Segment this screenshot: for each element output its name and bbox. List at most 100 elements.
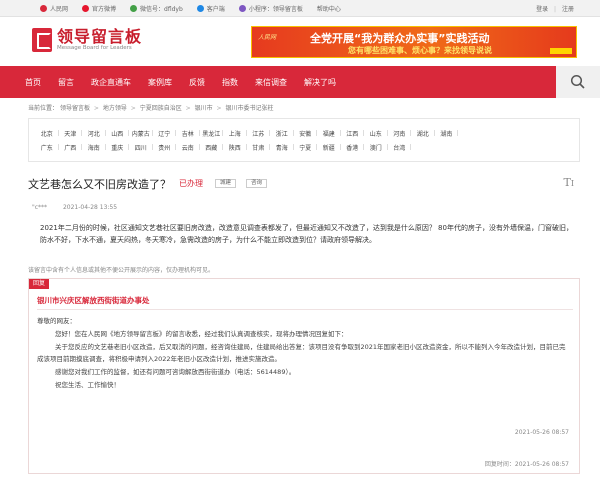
topbar-help-link[interactable]: 帮助中心 bbox=[317, 4, 341, 13]
breadcrumb-item[interactable]: 领导留言板 bbox=[60, 105, 90, 112]
divider: | bbox=[554, 6, 557, 13]
region-row: 广东 广西 海南 重庆 四川 贵州 云南 西藏 陕西 甘肃 青海 宁夏 新疆 香港 澳门 台湾 bbox=[35, 140, 579, 154]
region-link[interactable]: 四川 bbox=[129, 143, 153, 152]
top-bar: 人民网 官方微博 微信号：dfldyb 客户端 小程序：领导留言板 帮助中心 登… bbox=[0, 0, 600, 17]
region-link[interactable]: 甘肃 bbox=[247, 143, 271, 152]
region-link[interactable]: 陕西 bbox=[223, 143, 247, 152]
breadcrumb-item[interactable]: 银川市 bbox=[195, 105, 213, 112]
topbar-label: 小程序：领导留言板 bbox=[248, 6, 303, 13]
region-link[interactable]: 河南 bbox=[388, 129, 412, 138]
region-link[interactable]: 重庆 bbox=[106, 143, 130, 152]
region-link[interactable]: 贵州 bbox=[153, 143, 177, 152]
region-link[interactable]: 天津 bbox=[59, 129, 83, 138]
topbar-wechat-link[interactable]: 微信号：dfldyb bbox=[130, 4, 183, 13]
region-link[interactable]: 上海 bbox=[223, 129, 247, 138]
topbar-miniprogram-link[interactable]: 小程序：领导留言板 bbox=[238, 4, 303, 13]
region-link[interactable]: 香港 bbox=[341, 143, 365, 152]
region-link[interactable]: 山东 bbox=[364, 129, 388, 138]
breadcrumb-item[interactable]: 宁夏回族自治区 bbox=[140, 105, 182, 112]
reply-date: 2021-05-26 08:57 bbox=[514, 429, 569, 436]
reply-paragraph: 关于您反应的文艺巷老旧小区改造，后又取消的问题，经咨询住建局，住建局给出答复：该… bbox=[37, 342, 566, 364]
nav-survey[interactable]: 来信调查 bbox=[255, 77, 287, 88]
breadcrumb-item[interactable]: 银川市委书记张柱 bbox=[226, 105, 274, 112]
divider bbox=[37, 309, 573, 310]
reply-org: 银川市兴庆区解放西街街道办事处 bbox=[37, 296, 150, 305]
region-link[interactable]: 安徽 bbox=[294, 129, 318, 138]
topbar-label: 官方微博 bbox=[92, 6, 117, 13]
nav-feedback[interactable]: 反馈 bbox=[189, 77, 205, 88]
reply-body: 尊敬的网友： 您好！您在人民网《地方领导留言板》的留言收悉，经过我们认真调查核实… bbox=[37, 315, 567, 392]
topbar-weibo-link[interactable]: 官方微博 bbox=[82, 4, 116, 13]
region-link[interactable]: 新疆 bbox=[317, 143, 341, 152]
tag-category[interactable]: 城建 bbox=[215, 179, 237, 188]
topbar-label: 帮助中心 bbox=[316, 6, 341, 13]
region-selector: 北京 天津 河北 山西 内蒙古 辽宁 吉林 黑龙江 上海 江苏 浙江 安徽 福建 江西 山东 河南 湖北 湖南 广… bbox=[28, 118, 580, 162]
nav-enterprise[interactable]: 政企直通车 bbox=[91, 77, 131, 88]
nav-cases[interactable]: 案例库 bbox=[148, 77, 172, 88]
region-link[interactable]: 台湾 bbox=[388, 143, 412, 152]
topbar-label: 人民网 bbox=[50, 6, 69, 13]
topbar-label: 客户端 bbox=[206, 6, 225, 13]
region-link[interactable]: 广东 bbox=[35, 143, 59, 152]
region-link[interactable]: 河北 bbox=[82, 129, 106, 138]
campaign-banner[interactable]: 人民网 全党开展“我为群众办实事”实践活动 您有哪些困难事、烦心事？来找领导说说 bbox=[251, 26, 577, 58]
weibo-icon bbox=[82, 5, 90, 12]
region-link[interactable]: 湖北 bbox=[411, 129, 435, 138]
nav-home[interactable]: 首页 bbox=[25, 77, 41, 88]
status-badge: 已办理 bbox=[179, 179, 203, 188]
reply-sign-label: 回复时间 bbox=[484, 461, 509, 468]
reply-panel: 回复 银川市兴庆区解放西街街道办事处 尊敬的网友： 您好！您在人民网《地方领导留… bbox=[28, 278, 580, 474]
message-header: 文艺巷怎么又不旧房改造了？ 已办理 城建 咨询 TI bbox=[28, 176, 580, 192]
region-link[interactable]: 内蒙古 bbox=[129, 129, 153, 138]
topbar-people-link[interactable]: 人民网 bbox=[40, 4, 68, 13]
register-link[interactable]: 注册 bbox=[562, 6, 574, 13]
font-size-icon[interactable]: TI bbox=[563, 176, 574, 189]
reply-paragraph: 祝您生活、工作愉快！ bbox=[55, 380, 120, 389]
breadcrumb: 当前位置： 领导留言板 > 地方领导 > 宁夏回族自治区 > 银川市 > 银川市… bbox=[28, 105, 274, 112]
logo-title: 领导留言板 bbox=[57, 27, 143, 46]
message-time: 2021-04-28 13:55 bbox=[62, 204, 118, 211]
region-link[interactable]: 广西 bbox=[59, 143, 83, 152]
region-link[interactable]: 山西 bbox=[106, 129, 130, 138]
search-button[interactable] bbox=[556, 66, 600, 98]
banner-subtitle: 您有哪些困难事、烦心事？来找领导说说 bbox=[348, 46, 492, 55]
message-title: 文艺巷怎么又不旧房改造了？ bbox=[28, 178, 171, 191]
region-link[interactable]: 福建 bbox=[317, 129, 341, 138]
reply-paragraph: 感谢您对我们工作的监督，如还有问题可咨询解放西街街道办（电话：5614489）。 bbox=[55, 368, 296, 377]
banner-badge bbox=[550, 48, 572, 54]
region-link[interactable]: 辽宁 bbox=[153, 129, 177, 138]
tag-type[interactable]: 咨询 bbox=[246, 179, 268, 188]
region-link[interactable]: 海南 bbox=[82, 143, 106, 152]
region-link[interactable]: 江西 bbox=[341, 129, 365, 138]
message-body: 2021年二月份的时候，社区通知文艺巷社区要旧房改造，改造意见调查表都发了，但最… bbox=[40, 224, 573, 244]
reply-paragraph: 您好！您在人民网《地方领导留言板》的留言收悉，经过我们认真调查核实，现将办理情况… bbox=[55, 329, 348, 338]
nav-index[interactable]: 指数 bbox=[222, 77, 238, 88]
breadcrumb-item[interactable]: 地方领导 bbox=[103, 105, 127, 112]
region-link[interactable]: 黑龙江 bbox=[200, 129, 224, 138]
wechat-icon bbox=[130, 5, 138, 12]
region-link[interactable]: 宁夏 bbox=[294, 143, 318, 152]
search-icon bbox=[570, 74, 585, 89]
region-link[interactable]: 北京 bbox=[35, 129, 59, 138]
login-link[interactable]: 登录 bbox=[536, 6, 548, 13]
site-logo[interactable]: 领导留言板 Message Board for Leaders bbox=[32, 28, 142, 52]
app-icon bbox=[196, 5, 204, 12]
reply-sign: 回复时间：2021-05-26 08:57 bbox=[484, 461, 569, 468]
topbar-app-link[interactable]: 客户端 bbox=[196, 4, 225, 13]
region-link[interactable]: 浙江 bbox=[270, 129, 294, 138]
privacy-notice: 该留言中含有个人信息或其他不便公开展示的内容，仅办理机构可见。 bbox=[28, 267, 215, 274]
nav-solved[interactable]: 解决了吗 bbox=[304, 77, 336, 88]
reply-label: 回复 bbox=[29, 279, 49, 289]
region-link[interactable]: 青海 bbox=[270, 143, 294, 152]
region-link[interactable]: 澳门 bbox=[364, 143, 388, 152]
region-link[interactable]: 云南 bbox=[176, 143, 200, 152]
region-link[interactable]: 吉林 bbox=[176, 129, 200, 138]
logo-subtitle: Message Board for Leaders bbox=[57, 45, 132, 51]
region-link[interactable]: 西藏 bbox=[200, 143, 224, 152]
miniprogram-icon bbox=[238, 5, 246, 12]
region-link[interactable]: 江苏 bbox=[247, 129, 271, 138]
people-icon bbox=[40, 5, 47, 12]
region-link[interactable]: 湖南 bbox=[435, 129, 459, 138]
nav-message[interactable]: 留言 bbox=[58, 77, 74, 88]
message-meta: "c*** 2021-04-28 13:55 bbox=[32, 204, 117, 211]
